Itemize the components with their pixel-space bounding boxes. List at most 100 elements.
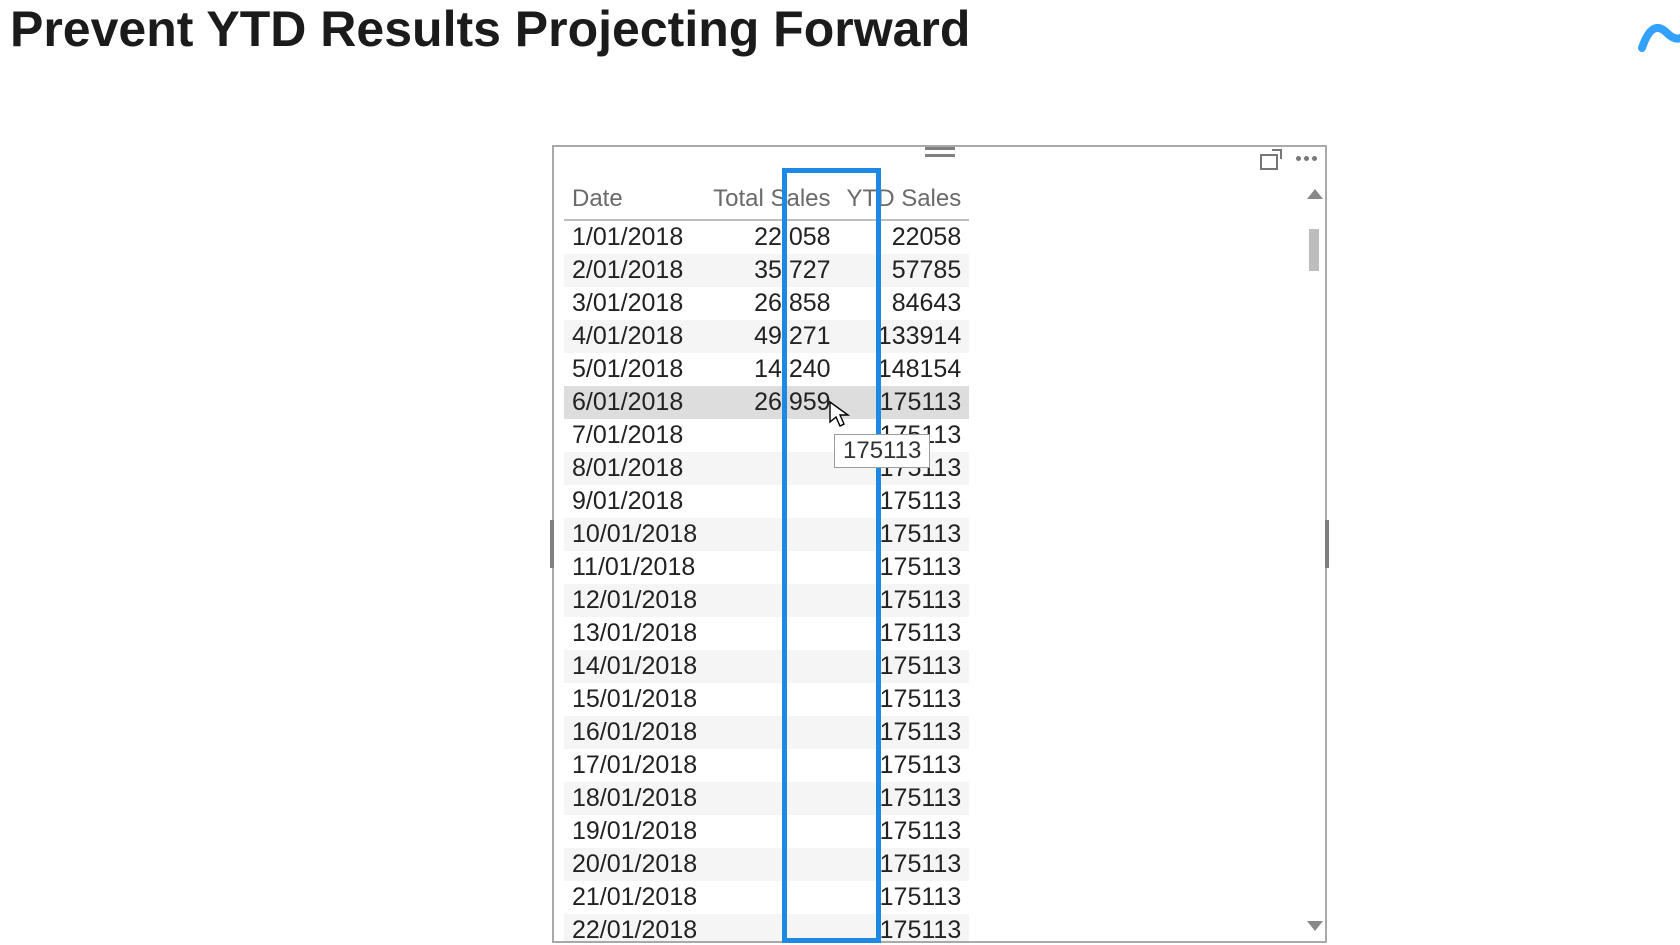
cell-ytd-sales[interactable]: 175113 [839,518,970,551]
cell-date[interactable]: 18/01/2018 [564,782,705,815]
cell-date[interactable]: 5/01/2018 [564,353,705,386]
cell-date[interactable]: 13/01/2018 [564,617,705,650]
data-table[interactable]: Date Total Sales YTD Sales 1/01/201822,0… [564,181,969,941]
table-row[interactable]: 19/01/2018 175113 [564,815,969,848]
cell-date[interactable]: 7/01/2018 [564,419,705,452]
table-row[interactable]: 14/01/2018 175113 [564,650,969,683]
cell-total-sales[interactable]: 49,271 [705,320,838,353]
cell-date[interactable]: 2/01/2018 [564,254,705,287]
cell-ytd-sales[interactable]: 175113 [839,716,970,749]
cell-date[interactable]: 3/01/2018 [564,287,705,320]
table-row[interactable]: 11/01/2018 175113 [564,551,969,584]
focus-mode-icon[interactable] [1260,149,1282,167]
cell-total-sales[interactable] [705,518,838,551]
scrollbar-thumb[interactable] [1309,229,1319,271]
cell-total-sales[interactable] [705,485,838,518]
cell-ytd-sales[interactable]: 84643 [839,287,970,320]
cell-total-sales[interactable]: 14,240 [705,353,838,386]
table-row[interactable]: 22/01/2018 175113 [564,914,969,941]
resize-handle-left[interactable] [550,520,554,568]
cell-date[interactable]: 9/01/2018 [564,485,705,518]
cell-ytd-sales[interactable]: 175113 [839,617,970,650]
table-row[interactable]: 10/01/2018 175113 [564,518,969,551]
cell-total-sales[interactable] [705,782,838,815]
cell-ytd-sales[interactable]: 175113 [839,848,970,881]
table-row[interactable]: 12/01/2018 175113 [564,584,969,617]
cell-ytd-sales[interactable]: 175113 [839,914,970,941]
cell-date[interactable]: 8/01/2018 [564,452,705,485]
cell-date[interactable]: 10/01/2018 [564,518,705,551]
table-row[interactable]: 5/01/201814,240148154 [564,353,969,386]
table-header-row[interactable]: Date Total Sales YTD Sales [564,181,969,220]
cell-date[interactable]: 6/01/2018 [564,386,705,419]
cell-ytd-sales[interactable]: 175113 [839,584,970,617]
table-row[interactable]: 4/01/201849,271133914 [564,320,969,353]
drag-handle-icon[interactable] [925,147,955,157]
cell-total-sales[interactable] [705,716,838,749]
column-header-ytd-sales[interactable]: YTD Sales [839,181,970,220]
resize-handle-right[interactable] [1325,520,1329,568]
column-header-total-sales[interactable]: Total Sales [705,181,838,220]
cell-total-sales[interactable] [705,584,838,617]
table-row[interactable]: 20/01/2018 175113 [564,848,969,881]
table-scroll-area[interactable]: Date Total Sales YTD Sales 1/01/201822,0… [564,181,1303,941]
scroll-down-arrow-icon[interactable] [1307,921,1323,931]
table-row[interactable]: 21/01/2018 175113 [564,881,969,914]
cell-ytd-sales[interactable]: 148154 [839,353,970,386]
cell-total-sales[interactable] [705,617,838,650]
cell-total-sales[interactable]: 22,058 [705,220,838,254]
cell-ytd-sales[interactable]: 175113 [839,815,970,848]
table-visual-container[interactable]: Date Total Sales YTD Sales 1/01/201822,0… [552,145,1327,943]
cell-ytd-sales[interactable]: 22058 [839,220,970,254]
cell-total-sales[interactable] [705,749,838,782]
cell-ytd-sales[interactable]: 175113 [839,881,970,914]
table-row[interactable]: 1/01/201822,05822058 [564,220,969,254]
column-header-date[interactable]: Date [564,181,705,220]
cell-ytd-sales[interactable]: 175113 [839,683,970,716]
cell-date[interactable]: 4/01/2018 [564,320,705,353]
cell-total-sales[interactable] [705,650,838,683]
more-options-icon[interactable] [1296,156,1317,161]
scroll-up-arrow-icon[interactable] [1307,189,1323,199]
cell-date[interactable]: 1/01/2018 [564,220,705,254]
cell-date[interactable]: 22/01/2018 [564,914,705,941]
table-row[interactable]: 17/01/2018 175113 [564,749,969,782]
table-row[interactable]: 18/01/2018 175113 [564,782,969,815]
cell-ytd-sales[interactable]: 175113 [839,782,970,815]
cell-date[interactable]: 21/01/2018 [564,881,705,914]
table-row[interactable]: 13/01/2018 175113 [564,617,969,650]
table-row[interactable]: 16/01/2018 175113 [564,716,969,749]
cell-total-sales[interactable] [705,848,838,881]
cell-date[interactable]: 17/01/2018 [564,749,705,782]
table-row[interactable]: 2/01/201835,72757785 [564,254,969,287]
cell-total-sales[interactable]: 35,727 [705,254,838,287]
cell-total-sales[interactable] [705,815,838,848]
table-row[interactable]: 3/01/201826,85884643 [564,287,969,320]
cell-total-sales[interactable]: 26,959 [705,386,838,419]
cell-total-sales[interactable] [705,683,838,716]
cell-date[interactable]: 20/01/2018 [564,848,705,881]
cell-ytd-sales[interactable]: 175113 [839,650,970,683]
table-row[interactable]: 6/01/201826,959175113 [564,386,969,419]
cell-date[interactable]: 15/01/2018 [564,683,705,716]
cell-total-sales[interactable] [705,452,838,485]
cell-ytd-sales[interactable]: 175113 [839,485,970,518]
cell-date[interactable]: 11/01/2018 [564,551,705,584]
cell-ytd-sales[interactable]: 175113 [839,749,970,782]
cell-date[interactable]: 14/01/2018 [564,650,705,683]
cell-ytd-sales[interactable]: 175113 [839,386,970,419]
cell-total-sales[interactable] [705,419,838,452]
vertical-scrollbar[interactable] [1305,181,1325,941]
cell-date[interactable]: 19/01/2018 [564,815,705,848]
cell-date[interactable]: 12/01/2018 [564,584,705,617]
table-row[interactable]: 9/01/2018 175113 [564,485,969,518]
table-row[interactable]: 15/01/2018 175113 [564,683,969,716]
cell-ytd-sales[interactable]: 133914 [839,320,970,353]
cell-ytd-sales[interactable]: 57785 [839,254,970,287]
cell-total-sales[interactable] [705,914,838,941]
cell-total-sales[interactable] [705,551,838,584]
cell-date[interactable]: 16/01/2018 [564,716,705,749]
cell-total-sales[interactable]: 26,858 [705,287,838,320]
cell-total-sales[interactable] [705,881,838,914]
cell-ytd-sales[interactable]: 175113 [839,551,970,584]
